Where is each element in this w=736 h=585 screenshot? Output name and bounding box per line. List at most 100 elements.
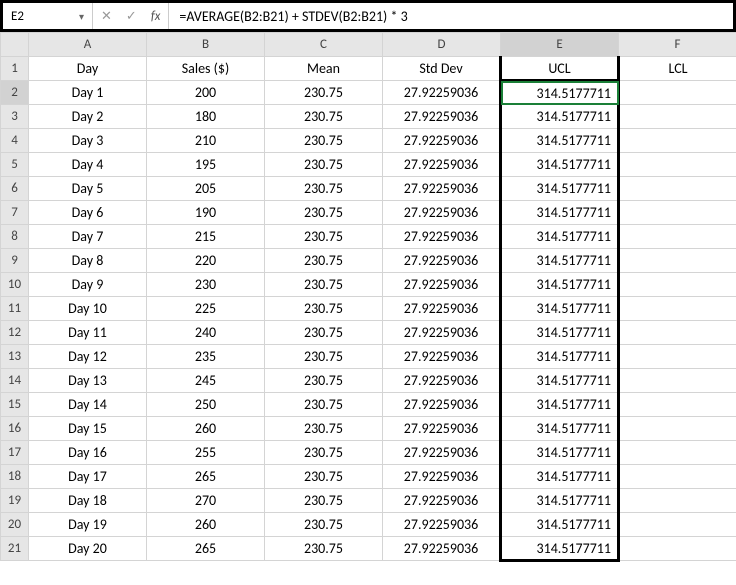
cell[interactable]: Day 4 bbox=[29, 153, 147, 177]
cell[interactable]: Day 13 bbox=[29, 369, 147, 393]
row-header[interactable]: 14 bbox=[1, 369, 29, 393]
cell[interactable] bbox=[619, 321, 736, 345]
cell[interactable]: 27.92259036 bbox=[383, 345, 501, 369]
cell[interactable]: Day 15 bbox=[29, 417, 147, 441]
cell[interactable]: 314.5177711 bbox=[501, 105, 619, 129]
cell[interactable]: 205 bbox=[147, 177, 265, 201]
cell[interactable] bbox=[619, 129, 736, 153]
cell[interactable] bbox=[619, 441, 736, 465]
cell[interactable]: Day 20 bbox=[29, 537, 147, 561]
row-header[interactable]: 3 bbox=[1, 105, 29, 129]
name-box[interactable]: E2 ▾ bbox=[3, 3, 93, 29]
cell[interactable]: Day 7 bbox=[29, 225, 147, 249]
row-header[interactable]: 13 bbox=[1, 345, 29, 369]
cell[interactable]: 230.75 bbox=[265, 153, 383, 177]
cell[interactable]: Day 6 bbox=[29, 201, 147, 225]
cell[interactable]: 230.75 bbox=[265, 201, 383, 225]
row-header[interactable]: 16 bbox=[1, 417, 29, 441]
cell[interactable]: Mean bbox=[265, 57, 383, 81]
cell[interactable]: 230.75 bbox=[265, 537, 383, 561]
cell[interactable]: 230.75 bbox=[265, 105, 383, 129]
cell[interactable]: 230.75 bbox=[265, 345, 383, 369]
cell[interactable]: 250 bbox=[147, 393, 265, 417]
row-header[interactable]: 9 bbox=[1, 249, 29, 273]
cell[interactable]: 314.5177711 bbox=[501, 441, 619, 465]
cell[interactable]: Day 5 bbox=[29, 177, 147, 201]
cell[interactable] bbox=[619, 81, 736, 105]
cell[interactable]: 314.5177711 bbox=[501, 465, 619, 489]
cell[interactable] bbox=[619, 177, 736, 201]
row-header[interactable]: 8 bbox=[1, 225, 29, 249]
cell[interactable]: Day 19 bbox=[29, 513, 147, 537]
cell[interactable]: 314.5177711 bbox=[501, 273, 619, 297]
row-header[interactable]: 10 bbox=[1, 273, 29, 297]
cell[interactable]: Day 10 bbox=[29, 297, 147, 321]
cell[interactable]: 260 bbox=[147, 513, 265, 537]
cell[interactable]: 225 bbox=[147, 297, 265, 321]
cell[interactable]: 220 bbox=[147, 249, 265, 273]
cell[interactable] bbox=[619, 201, 736, 225]
formula-input[interactable]: =AVERAGE(B2:B21) + STDEV(B2:B21) * 3 bbox=[169, 3, 733, 29]
cell[interactable]: 27.92259036 bbox=[383, 81, 501, 105]
row-header[interactable]: 2 bbox=[1, 81, 29, 105]
cell[interactable] bbox=[619, 105, 736, 129]
cell[interactable]: 27.92259036 bbox=[383, 153, 501, 177]
row-header[interactable]: 7 bbox=[1, 201, 29, 225]
cell[interactable]: 314.5177711 bbox=[501, 321, 619, 345]
cell[interactable]: 230.75 bbox=[265, 417, 383, 441]
cell[interactable]: 230.75 bbox=[265, 513, 383, 537]
cell[interactable]: 230 bbox=[147, 273, 265, 297]
cell[interactable]: 314.5177711 bbox=[501, 249, 619, 273]
cell[interactable]: 230.75 bbox=[265, 129, 383, 153]
cell[interactable]: Day 11 bbox=[29, 321, 147, 345]
cell[interactable]: 314.5177711 bbox=[501, 489, 619, 513]
cell[interactable] bbox=[619, 297, 736, 321]
cell[interactable]: 255 bbox=[147, 441, 265, 465]
cell[interactable]: UCL bbox=[501, 57, 619, 81]
row-header[interactable]: 11 bbox=[1, 297, 29, 321]
cell[interactable]: 27.92259036 bbox=[383, 201, 501, 225]
cell[interactable]: 27.92259036 bbox=[383, 393, 501, 417]
cell[interactable]: Day 17 bbox=[29, 465, 147, 489]
row-header[interactable]: 1 bbox=[1, 57, 29, 81]
cell[interactable]: 27.92259036 bbox=[383, 129, 501, 153]
cell[interactable]: 314.5177711 bbox=[501, 297, 619, 321]
cell[interactable] bbox=[619, 345, 736, 369]
cancel-icon[interactable]: ✕ bbox=[101, 9, 112, 24]
col-header-B[interactable]: B bbox=[147, 33, 265, 57]
cell[interactable]: 314.5177711 bbox=[501, 153, 619, 177]
spreadsheet-grid[interactable]: A B C D E F 1DaySales ($)MeanStd DevUCLL… bbox=[0, 32, 736, 562]
select-all-corner[interactable] bbox=[1, 33, 29, 57]
cell[interactable]: 235 bbox=[147, 345, 265, 369]
cell[interactable]: 230.75 bbox=[265, 273, 383, 297]
cell[interactable]: 230.75 bbox=[265, 393, 383, 417]
cell[interactable]: 314.5177711 bbox=[501, 513, 619, 537]
cell[interactable]: 230.75 bbox=[265, 489, 383, 513]
cell[interactable]: 260 bbox=[147, 417, 265, 441]
confirm-icon[interactable]: ✓ bbox=[126, 9, 137, 24]
cell[interactable]: 230.75 bbox=[265, 297, 383, 321]
row-header[interactable]: 15 bbox=[1, 393, 29, 417]
cell[interactable]: Day bbox=[29, 57, 147, 81]
cell[interactable]: 27.92259036 bbox=[383, 273, 501, 297]
cell[interactable]: 230.75 bbox=[265, 321, 383, 345]
cell[interactable] bbox=[619, 537, 736, 561]
row-header[interactable]: 20 bbox=[1, 513, 29, 537]
cell[interactable]: 27.92259036 bbox=[383, 225, 501, 249]
cell[interactable]: 180 bbox=[147, 105, 265, 129]
cell[interactable]: Day 14 bbox=[29, 393, 147, 417]
cell[interactable]: 230.75 bbox=[265, 177, 383, 201]
cell[interactable]: 27.92259036 bbox=[383, 105, 501, 129]
cell[interactable]: 314.5177711 bbox=[501, 225, 619, 249]
cell[interactable]: 230.75 bbox=[265, 81, 383, 105]
cell[interactable]: 27.92259036 bbox=[383, 441, 501, 465]
cell[interactable]: 27.92259036 bbox=[383, 249, 501, 273]
cell[interactable]: Day 2 bbox=[29, 105, 147, 129]
cell[interactable]: 27.92259036 bbox=[383, 369, 501, 393]
row-header[interactable]: 12 bbox=[1, 321, 29, 345]
col-header-C[interactable]: C bbox=[265, 33, 383, 57]
cell[interactable] bbox=[619, 369, 736, 393]
cell[interactable]: Day 16 bbox=[29, 441, 147, 465]
cell[interactable]: 230.75 bbox=[265, 465, 383, 489]
cell[interactable]: 314.5177711 bbox=[501, 369, 619, 393]
